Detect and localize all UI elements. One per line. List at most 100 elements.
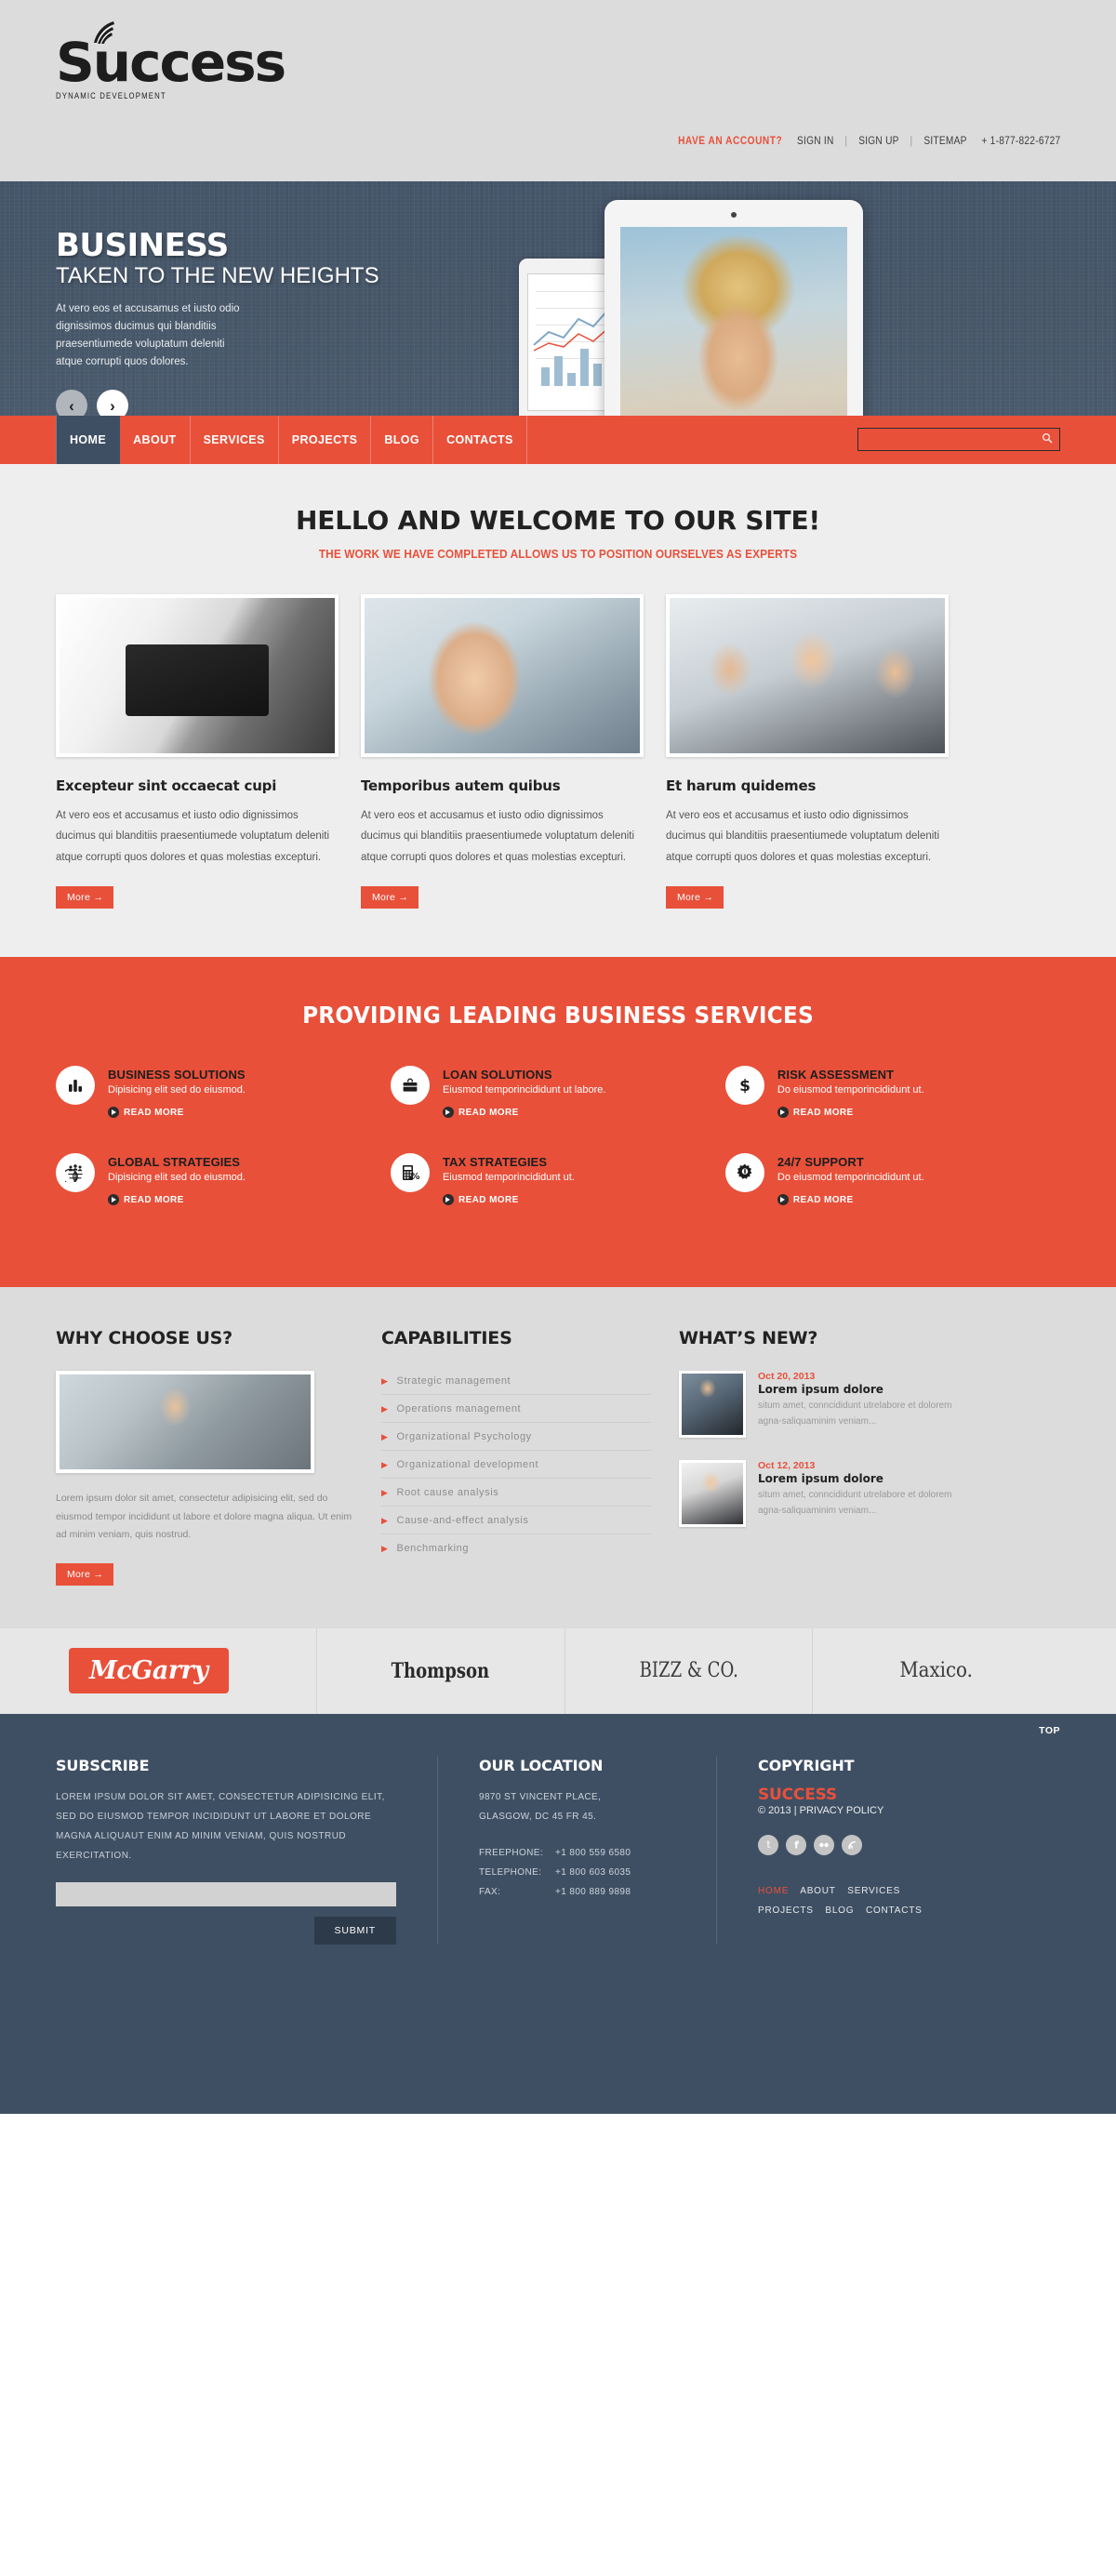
card-thumbnail-smiling-man	[361, 594, 644, 757]
site-logo[interactable]: Success DYNAMIC DEVELOPMENT	[56, 21, 286, 101]
arrow-right-icon: ▶	[381, 1431, 389, 1441]
subscribe-submit-button[interactable]: SUBMIT	[313, 1916, 396, 1945]
main-navbar: HOME ABOUT SERVICES PROJECTS BLOG CONTAC…	[0, 416, 1116, 464]
nav-separator-1: |	[844, 136, 847, 147]
address-line-2: GLASGOW, DC 45 FR 45.	[479, 1811, 597, 1822]
card-body: At vero eos et accusamus et iusto odio d…	[56, 810, 330, 863]
list-item[interactable]: ▶ Organizational development	[381, 1451, 651, 1480]
read-more-link[interactable]: READ MORE	[777, 1194, 854, 1206]
subscribe-column: SUBSCRIBE LOREM IPSUM DOLOR SIT AMET, CO…	[56, 1757, 437, 1945]
capability-label: Root cause analysis	[396, 1487, 499, 1499]
nav-item-contacts[interactable]: CONTACTS	[433, 416, 527, 464]
news-title: Lorem ipsum dolore	[758, 1383, 884, 1397]
card-more-button[interactable]: More →	[361, 886, 419, 910]
news-item[interactable]: Oct 12, 2013 Lorem ipsum dolore situm am…	[679, 1460, 967, 1528]
rss-icon[interactable]	[842, 1834, 862, 1855]
address-block: 9870 ST VINCENT PLACE, GLASGOW, DC 45 FR…	[479, 1787, 716, 1826]
list-item[interactable]: ▶ Organizational Psychology	[381, 1423, 651, 1452]
nav-item-services[interactable]: SERVICES	[191, 416, 279, 464]
footer-nav-about[interactable]: ABOUT	[800, 1886, 835, 1896]
service-desc: Dipisicing elit sed do eiusmod.	[108, 1172, 246, 1184]
slider-next-arrow-icon[interactable]: ›	[97, 390, 128, 416]
tablet-large-screen	[620, 227, 847, 416]
nav-item-projects[interactable]: PROJECTS	[279, 416, 372, 464]
capability-label: Strategic management	[396, 1375, 512, 1388]
subscribe-body: LOREM IPSUM DOLOR SIT AMET, CONSECTETUR …	[56, 1791, 385, 1861]
nav-item-about[interactable]: ABOUT	[120, 416, 191, 464]
bar-chart-icon	[56, 1066, 95, 1106]
capabilities-list: ▶ Strategic management ▶ Operations mana…	[381, 1367, 651, 1561]
footer-nav-home[interactable]: HOME	[758, 1886, 789, 1896]
partner-logo-thompson[interactable]: Thompson	[315, 1627, 565, 1714]
feature-card: Excepteur sint occaecat cupi At vero eos…	[56, 594, 339, 910]
card-thumbnail-keyboard-mouse	[56, 594, 339, 757]
read-more-link[interactable]: READ MORE	[108, 1107, 184, 1119]
why-more-button[interactable]: More →	[56, 1562, 114, 1586]
twitter-icon[interactable]: t	[758, 1834, 778, 1855]
footer-nav-blog[interactable]: BLOG	[825, 1905, 854, 1916]
arrow-right-icon: ▶	[381, 1459, 389, 1469]
contact-value: +1 800 559 6580	[555, 1847, 631, 1858]
welcome-section: HELLO AND WELCOME TO OUR SITE! THE WORK …	[0, 464, 1116, 958]
read-more-label: READ MORE	[124, 1107, 184, 1118]
partner-label: BIZZ & CO.	[639, 1659, 738, 1683]
subscribe-email-input[interactable]	[56, 1881, 396, 1906]
service-title: RISK ASSESSMENT	[777, 1068, 895, 1082]
list-item[interactable]: ▶ Root cause analysis	[381, 1479, 651, 1507]
sign-in-link[interactable]: SIGN IN	[797, 136, 834, 147]
read-more-link[interactable]: READ MORE	[442, 1107, 519, 1119]
news-date: Oct 20, 2013	[758, 1371, 816, 1383]
tablet-device-large	[604, 200, 863, 416]
service-desc: Do eiusmod temporincididunt ut.	[777, 1084, 924, 1096]
why-choose-us-column: WHY CHOOSE US? Lorem ipsum dolor sit ame…	[56, 1328, 353, 1586]
flickr-icon[interactable]	[814, 1834, 834, 1855]
list-item[interactable]: ▶ Benchmarking	[381, 1534, 651, 1561]
globe-people-icon	[56, 1153, 95, 1193]
contact-label: TELEPHONE:	[479, 1866, 542, 1878]
news-item[interactable]: Oct 20, 2013 Lorem ipsum dolore situm am…	[679, 1371, 967, 1439]
site-footer: TOP SUBSCRIBE LOREM IPSUM DOLOR SIT AMET…	[0, 1713, 1116, 2114]
address-line-1: 9870 ST VINCENT PLACE,	[479, 1791, 602, 1802]
sitemap-link[interactable]: SITEMAP	[923, 136, 966, 147]
copyright-title: COPYRIGHT	[758, 1756, 855, 1774]
capability-label: Organizational development	[396, 1459, 539, 1471]
list-item[interactable]: ▶ Operations management	[381, 1395, 651, 1424]
search-icon[interactable]	[1042, 432, 1053, 448]
capability-label: Operations management	[396, 1403, 522, 1415]
partner-logo-maxico[interactable]: Maxico.	[812, 1627, 1060, 1714]
nav-item-blog[interactable]: BLOG	[371, 416, 434, 464]
facebook-icon[interactable]: f	[786, 1834, 806, 1855]
footer-nav-contacts[interactable]: CONTACTS	[866, 1905, 923, 1916]
arrow-right-icon: ▶	[381, 1487, 389, 1497]
capability-label: Benchmarking	[396, 1543, 470, 1555]
slider-prev-arrow-icon[interactable]: ‹	[56, 390, 87, 416]
back-to-top-link[interactable]: TOP	[1039, 1725, 1060, 1736]
partner-label: Thompson	[391, 1658, 490, 1683]
card-body: At vero eos et accusamus et iusto odio d…	[666, 810, 940, 863]
list-item[interactable]: ▶ Strategic management	[381, 1367, 651, 1396]
read-more-label: READ MORE	[124, 1194, 184, 1205]
read-more-label: READ MORE	[792, 1194, 854, 1205]
search-input[interactable]	[858, 429, 1042, 450]
card-more-button[interactable]: More →	[666, 886, 724, 910]
play-triangle-icon	[777, 1194, 789, 1206]
service-item: 24/7 SUPPORT Do eiusmod temporincididunt…	[724, 1153, 1060, 1207]
search-box[interactable]	[857, 428, 1060, 451]
read-more-link[interactable]: READ MORE	[442, 1194, 519, 1206]
copyright-column: COPYRIGHT SUCCESS © 2013 | PRIVACY POLIC…	[716, 1756, 976, 1945]
sign-up-link[interactable]: SIGN UP	[858, 136, 898, 147]
why-choose-us-image	[56, 1371, 314, 1474]
play-triangle-icon	[442, 1107, 454, 1119]
card-more-button[interactable]: More →	[56, 886, 114, 910]
read-more-link[interactable]: READ MORE	[108, 1194, 184, 1206]
hero-banner: BUSINESS TAKEN TO THE NEW HEIGHTS At ver…	[0, 181, 1116, 416]
nav-item-home[interactable]: HOME	[56, 416, 121, 464]
list-item[interactable]: ▶ Cause-and-effect analysis	[381, 1507, 651, 1535]
read-more-link[interactable]: READ MORE	[777, 1107, 854, 1119]
dollar-icon: $	[724, 1066, 764, 1106]
footer-nav-projects[interactable]: PROJECTS	[758, 1905, 814, 1916]
partner-logo-bizz[interactable]: BIZZ & CO.	[564, 1627, 813, 1714]
footer-nav-services[interactable]: SERVICES	[847, 1886, 900, 1896]
service-desc: Eiusmod temporincididunt ut.	[442, 1172, 575, 1184]
partner-logo-mcgarry[interactable]: McGarry	[56, 1628, 316, 1714]
